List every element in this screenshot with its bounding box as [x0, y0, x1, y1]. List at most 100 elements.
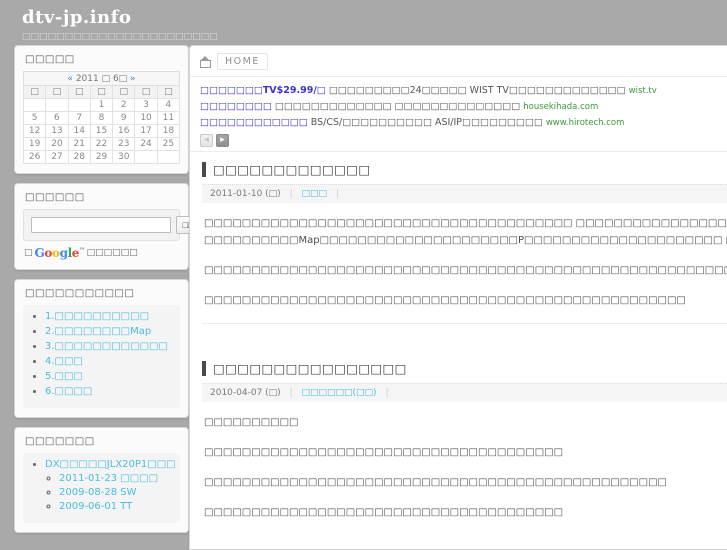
calendar-day[interactable]: 26 [22, 150, 47, 164]
calendar-weekday: □ [89, 85, 114, 99]
links-title: □□□□□□□□□□□ [25, 288, 135, 299]
article-paragraph: □□□□□□□□□□□□□□□□□□□□□□□□□□□□□□□□□□□□□□□□… [204, 265, 727, 276]
calendar-day[interactable]: 7 [67, 111, 91, 125]
calendar-day [156, 150, 181, 164]
calendar-day[interactable]: 17 [134, 124, 158, 138]
calendar-day[interactable]: 15 [89, 124, 114, 138]
calendar-day[interactable]: 5 [22, 111, 47, 125]
calendar-nav: « 2011 □ 6□ » [23, 71, 180, 86]
ad-item[interactable]: □□□□□□□□ □□□□□□□□□□□□□ □□□□□□□□□□□□□□ ho… [200, 99, 727, 115]
ad-title[interactable]: □□□□□□□□ [200, 101, 272, 112]
calendar-day[interactable]: 6 [45, 111, 69, 125]
list-item: 5.□□□ [45, 371, 174, 382]
calendar-day[interactable]: 11 [156, 111, 181, 125]
archive-sublink[interactable]: 2009-06-01 TT [59, 501, 132, 512]
calendar-day[interactable]: 28 [67, 150, 91, 164]
article: □□□□□□□□□□□□□ 2011-01-10 (□) | □□□ | □□□… [190, 152, 727, 351]
article-meta: 2011-01-10 (□) | □□□ | [202, 184, 727, 203]
list-item: 3.□□□□□□□□□□□□ [45, 341, 174, 352]
article-title[interactable]: □□□□□□□□□□□□□ [213, 162, 370, 177]
article-paragraph: □□□□□□□□□□□□□□□□□□□□□□□□□□□□□□□□□□□□□□□□… [204, 295, 686, 306]
ads-prev-arrow-icon[interactable]: ◂ [200, 134, 213, 147]
calendar-day[interactable]: 21 [67, 137, 91, 151]
article-paragraph: □□□□□□□□□□□□□□□□□□□□□□□□□□□□□□□□□□□□□□□□… [204, 477, 667, 488]
article: □□□□□□□□□□□□□□□□ 2010-04-07 (□) | □□□□□□… [190, 351, 727, 521]
home-icon [200, 55, 211, 68]
links-body: 1.□□□□□□□□□□ 2.□□□□□□□□Map 3.□□□□□□□□□□□… [23, 305, 180, 408]
calendar-prev-link[interactable]: « [67, 74, 73, 84]
calendar-table: « 2011 □ 6□ » □ □ □ □ □ □ □ 1 2 3 4 5 6 … [22, 71, 181, 164]
calendar-day[interactable]: 1 [89, 98, 114, 112]
article-title[interactable]: □□□□□□□□□□□□□□□□ [213, 361, 407, 376]
calendar-day[interactable]: 18 [156, 124, 181, 138]
sidebar-link[interactable]: 6.□□□□ [45, 386, 92, 397]
article-date: 2011-01-10 (□) [210, 189, 281, 199]
calendar-week: 1 2 3 4 [22, 98, 181, 112]
list-item: DX□□□□□JLX20P1□□□ 2011-01-23 □□□□ 2009-0… [45, 459, 176, 512]
ads-next-arrow-icon[interactable]: ▸ [216, 134, 229, 147]
calendar-day [45, 98, 69, 112]
calendar-day[interactable]: 20 [45, 137, 69, 151]
ad-text: BS/CS/□□□□□□□□□□ ASI/IP□□□□□□□□□ [310, 117, 543, 128]
calendar-day[interactable]: 9 [112, 111, 136, 125]
calendar-day[interactable]: 10 [134, 111, 158, 125]
calendar-day[interactable]: 4 [156, 98, 181, 112]
list-item: 1.□□□□□□□□□□ [45, 311, 174, 322]
site-description: □□□□□□□□□□□□□□□□□□□□□□□ [22, 32, 218, 42]
ad-text: □□□□□□□□□24□□□□□ WIST TV□□□□□□□□□□□□□ [328, 85, 626, 96]
ad-text: □□□□□□□□□□□□□ □□□□□□□□□□□□□□ [274, 101, 521, 112]
sidebar-link[interactable]: 4.□□□ [45, 356, 83, 367]
ad-url: wist.tv [628, 86, 657, 96]
article-paragraph: □□□□□□□□□□□□□□□□□□□□□□□□□□□□□□□□□□□□□□□ … [204, 218, 727, 246]
article-body: □□□□□□□□□□ □□□□□□□□□□□□□□□□□□□□□□□□□□□□□… [202, 402, 727, 521]
ad-title[interactable]: □□□□□□□TV$29.99/□ [200, 85, 326, 96]
ad-item[interactable]: □□□□□□□□□□□□ BS/CS/□□□□□□□□□□ ASI/IP□□□□… [200, 115, 727, 131]
meta-separator: | [335, 189, 339, 199]
calendar-day[interactable]: 30 [112, 150, 136, 164]
calendar-day[interactable]: 24 [134, 137, 158, 151]
calendar-day[interactable]: 27 [45, 150, 69, 164]
article-title-bar [202, 361, 206, 376]
article-paragraph: □□□□□□□□□□ [204, 417, 299, 428]
article-counters: □□□□ (Close): 0 □□□□□□□ (Close): 0 [202, 323, 727, 351]
calendar-day[interactable]: 29 [89, 150, 114, 164]
calendar-week: 26 27 28 29 30 [22, 150, 181, 164]
sidebar-link[interactable]: 3.□□□□□□□□□□□□ [45, 341, 168, 352]
archive-link[interactable]: DX□□□□□JLX20P1□□□ [45, 459, 176, 470]
ad-title[interactable]: □□□□□□□□□□□□ [200, 117, 308, 128]
calendar-day[interactable]: 22 [89, 137, 114, 151]
calendar-day[interactable]: 12 [22, 124, 47, 138]
calendar-day[interactable]: 23 [112, 137, 136, 151]
article-category-link[interactable]: □□□□□□(□□) [302, 388, 377, 398]
calendar-weekday: □ [134, 85, 158, 99]
breadcrumb-home-link[interactable]: HOME [217, 53, 268, 70]
calendar-day[interactable]: 13 [45, 124, 69, 138]
calendar-next-link[interactable]: » [130, 74, 136, 84]
search-input[interactable] [31, 217, 171, 233]
meta-separator: | [385, 388, 389, 398]
search-title: □□□□□□ [25, 192, 85, 203]
sidebar-link[interactable]: 1.□□□□□□□□□□ [45, 311, 149, 322]
calendar-day[interactable]: 16 [112, 124, 136, 138]
calendar-day[interactable]: 8 [89, 111, 114, 125]
sidebar-link[interactable]: 2.□□□□□□□□Map [45, 326, 151, 337]
calendar-day[interactable]: 14 [67, 124, 91, 138]
calendar-week: 19 20 21 22 23 24 25 [22, 137, 181, 151]
list-item: 2.□□□□□□□□Map [45, 326, 174, 337]
sidebar-link[interactable]: 5.□□□ [45, 371, 83, 382]
list-item: 2011-01-23 □□□□ [59, 473, 174, 484]
site-header: dtv-jp.info □□□□□□□□□□□□□□□□□□□□□□□ [0, 0, 727, 45]
calendar-day[interactable]: 19 [22, 137, 47, 151]
calendar-week: 12 13 14 15 16 17 18 [22, 124, 181, 138]
list-item: 2009-06-01 TT [59, 501, 174, 512]
links-list: 1.□□□□□□□□□□ 2.□□□□□□□□Map 3.□□□□□□□□□□□… [23, 305, 180, 408]
archive-sublink[interactable]: 2011-01-23 □□□□ [59, 473, 158, 484]
calendar-day[interactable]: 25 [156, 137, 181, 151]
calendar-day[interactable]: 2 [112, 98, 136, 112]
article-category-link[interactable]: □□□ [302, 189, 328, 199]
calendar-day[interactable]: 3 [134, 98, 158, 112]
calendar-week: 5 6 7 8 9 10 11 [22, 111, 181, 125]
ad-item[interactable]: □□□□□□□TV$29.99/□ □□□□□□□□□24□□□□□ WIST … [200, 83, 727, 99]
page-root: dtv-jp.info □□□□□□□□□□□□□□□□□□□□□□□ □□□□… [0, 0, 727, 550]
archive-sublink[interactable]: 2009-08-28 SW [59, 487, 137, 498]
